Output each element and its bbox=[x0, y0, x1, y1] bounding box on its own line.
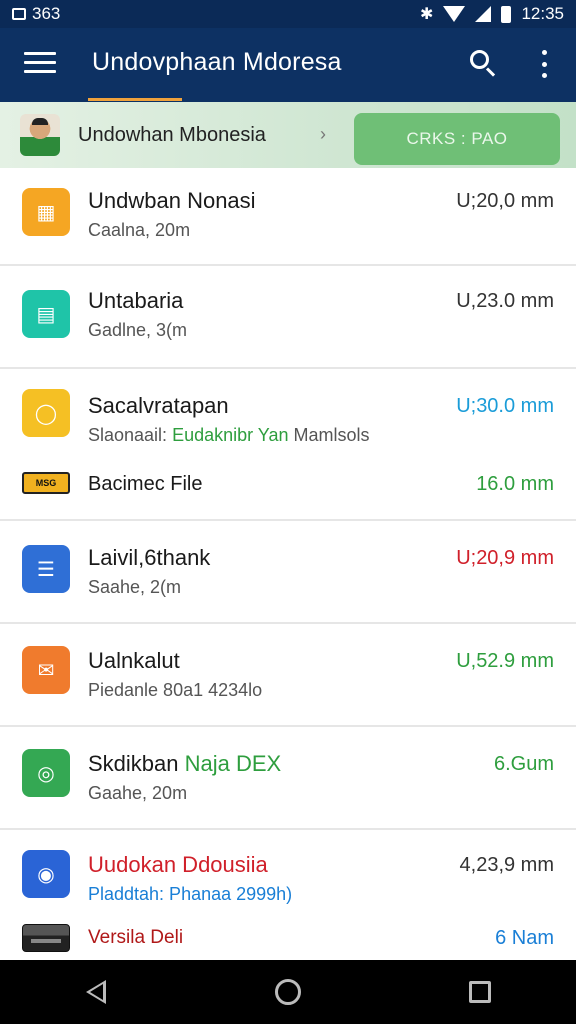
list-item[interactable]: ◯ Sacalvratapan Slaonaail: Eudaknibr Yan… bbox=[0, 369, 576, 519]
status-left: 363 bbox=[12, 4, 60, 24]
title-underline bbox=[88, 98, 182, 101]
battery-icon bbox=[501, 5, 512, 23]
back-icon[interactable] bbox=[66, 962, 126, 1022]
item-size: 6.Gum bbox=[493, 753, 554, 775]
bluetooth-icon: ✱ bbox=[420, 6, 434, 23]
item-subtitle-highlight: Eudaknibr Yan bbox=[172, 425, 289, 445]
recents-icon[interactable] bbox=[450, 962, 510, 1022]
wifi-icon bbox=[443, 6, 466, 22]
item-size: U;20,0 mm bbox=[456, 190, 554, 212]
system-nav-bar bbox=[0, 960, 576, 1024]
item-size: U;30.0 mm bbox=[456, 395, 554, 417]
sub-item-title: Bacimec File bbox=[88, 473, 203, 495]
image-icon bbox=[12, 8, 26, 20]
app-title: Undovphaan Mdoresa bbox=[92, 48, 342, 76]
item-subtitle: Gadlne, 3(m bbox=[88, 320, 188, 340]
list-item[interactable]: ◉ Uudokan Ddousiia Pladdtah: Phanaa 2999… bbox=[0, 830, 576, 960]
list-item[interactable]: ☰ Laivil,6thank Saahe, 2(m U;20,9 mm bbox=[0, 521, 576, 621]
item-subtitle: Pladdtah: Phanaa 2999h) bbox=[88, 884, 293, 904]
list-item[interactable]: ▤ Untabaria Gadlne, 3(m U,23.0 mm bbox=[0, 266, 576, 366]
item-title: Sacalvratapan bbox=[88, 393, 229, 418]
chat-icon: ◯ bbox=[22, 389, 70, 437]
item-subtitle: Saahe, 2(m bbox=[88, 577, 182, 597]
mail-icon: ✉ bbox=[22, 646, 70, 694]
document-icon: ▤ bbox=[22, 290, 70, 338]
sub-item-size: 16.0 mm bbox=[476, 473, 554, 495]
home-icon[interactable] bbox=[258, 962, 318, 1022]
item-subtitle-suffix: Mamlsols bbox=[288, 425, 370, 445]
item-subtitle-prefix: Slaonaail: bbox=[88, 425, 173, 445]
more-options-icon[interactable] bbox=[536, 50, 552, 78]
status-right: ✱ 12:35 bbox=[420, 4, 564, 24]
list-item[interactable]: ▦ Undwban Nonasi Caalna, 20m U;20,0 mm bbox=[0, 168, 576, 264]
sub-item-title: Versila Deli bbox=[88, 927, 184, 948]
signal-icon bbox=[475, 6, 492, 22]
chevron-right-icon: › bbox=[320, 124, 326, 144]
item-title: Uudokan Ddousiia bbox=[88, 852, 268, 877]
list-item[interactable]: ◎ Skdikban Naja DEX Gaahe, 20m 6.Gum bbox=[0, 727, 576, 827]
avatar bbox=[20, 114, 60, 156]
item-subtitle: Gaahe, 20m bbox=[88, 783, 188, 803]
compass-icon: ◉ bbox=[22, 850, 70, 898]
item-size: U;20,9 mm bbox=[456, 547, 554, 569]
item-title: Skdikban Naja DEX bbox=[88, 751, 281, 777]
app-bar: Undovphaan Mdoresa bbox=[0, 28, 576, 102]
item-subtitle: Slaonaail: Eudaknibr Yan Mamlsols bbox=[88, 425, 370, 446]
status-bar: 363 ✱ 12:35 bbox=[0, 0, 576, 28]
banner-text: Undowhan Mbonesia bbox=[78, 124, 266, 146]
refresh-icon: ◎ bbox=[22, 749, 70, 797]
item-title: Laivil,6thank bbox=[88, 545, 211, 570]
sub-item-size: 6 Nam bbox=[495, 927, 554, 949]
status-time: 12:35 bbox=[521, 4, 564, 23]
list-icon: ☰ bbox=[22, 545, 70, 593]
item-title: Ualnkalut bbox=[88, 648, 180, 673]
status-left-text: 363 bbox=[32, 4, 61, 23]
item-title: Undwban Nonasi bbox=[88, 188, 256, 213]
item-title-prefix: Skdikban bbox=[88, 751, 185, 776]
item-size: 4,23,9 mm bbox=[459, 854, 554, 876]
hamburger-menu-icon[interactable] bbox=[24, 52, 56, 76]
printer-thumbnail bbox=[22, 924, 70, 952]
grid-icon: ▦ bbox=[22, 188, 70, 236]
item-title-highlight: Naja DEX bbox=[184, 751, 282, 776]
file-thumbnail: MSG bbox=[22, 472, 70, 494]
list-item[interactable]: ✉ Ualnkalut Piedanle 80a1 4234lo U,52.9 … bbox=[0, 624, 576, 724]
search-icon[interactable] bbox=[468, 48, 498, 78]
banner-action-button[interactable]: CRKS : PAO bbox=[354, 113, 560, 165]
promo-banner[interactable]: Undowhan Mbonesia › CRKS : PAO bbox=[0, 102, 576, 168]
item-subtitle: Caalna, 20m bbox=[88, 220, 191, 240]
item-size: U,52.9 mm bbox=[456, 650, 554, 672]
item-size: U,23.0 mm bbox=[456, 290, 554, 312]
item-subtitle: Piedanle 80a1 4234lo bbox=[88, 680, 263, 700]
item-title: Untabaria bbox=[88, 288, 184, 313]
